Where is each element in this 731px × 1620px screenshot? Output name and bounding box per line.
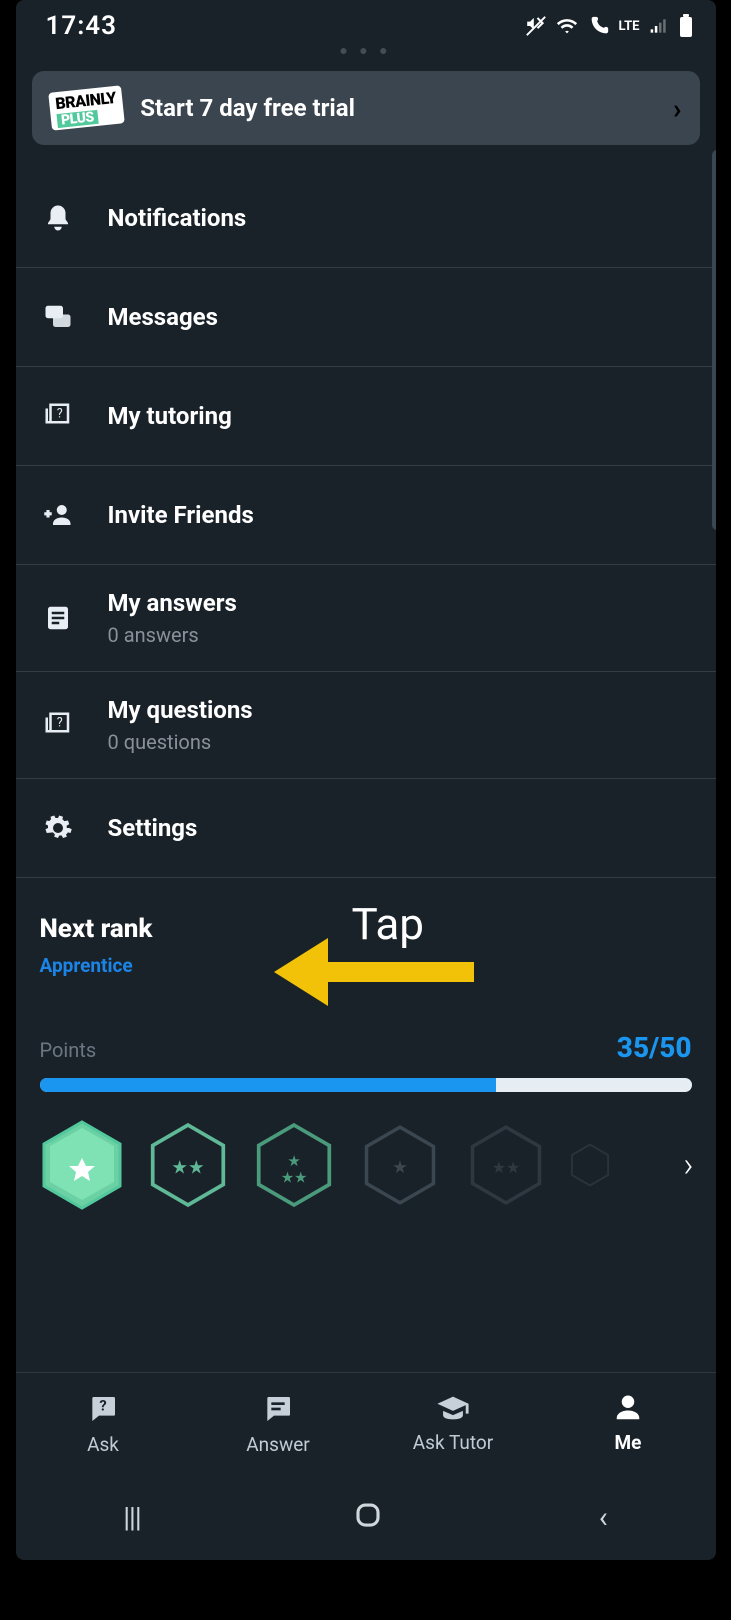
menu-item-my-answers[interactable]: My answers 0 answers bbox=[16, 565, 716, 672]
points-value: 35/50 bbox=[617, 1031, 692, 1064]
signal-icon bbox=[648, 16, 670, 36]
call-wifi-icon bbox=[587, 15, 611, 37]
tutor-icon bbox=[436, 1393, 470, 1423]
rank-name[interactable]: Apprentice bbox=[40, 954, 692, 977]
android-home-button[interactable] bbox=[353, 1500, 383, 1534]
points-row: Points 35/50 bbox=[16, 1031, 716, 1064]
menu-label: Notifications bbox=[108, 204, 247, 232]
battery-icon bbox=[678, 14, 694, 38]
badge-4[interactable]: ★ bbox=[358, 1118, 442, 1212]
mute-vibrate-icon bbox=[525, 15, 547, 37]
menu-label: Messages bbox=[108, 303, 218, 331]
svg-text:?: ? bbox=[99, 1396, 106, 1414]
status-bar: 17:43 LTE bbox=[16, 0, 716, 48]
svg-text:?: ? bbox=[56, 715, 62, 730]
bottom-nav: ? Ask Answer Ask Tutor Me bbox=[16, 1372, 716, 1474]
nav-item-ask-tutor[interactable]: Ask Tutor bbox=[366, 1393, 541, 1456]
nav-item-answer[interactable]: Answer bbox=[191, 1393, 366, 1456]
points-progress-fill bbox=[40, 1078, 496, 1092]
menu-item-tutoring[interactable]: ? My tutoring bbox=[16, 367, 716, 466]
points-label: Points bbox=[40, 1038, 97, 1062]
menu-item-messages[interactable]: Messages bbox=[16, 268, 716, 367]
network-label: LTE bbox=[619, 19, 640, 34]
menu-label: My tutoring bbox=[108, 402, 232, 430]
badge-5[interactable]: ★★ bbox=[464, 1118, 548, 1212]
scroll-indicator bbox=[712, 150, 716, 530]
svg-text:★★: ★★ bbox=[280, 1169, 307, 1187]
badge-line2: PLUS bbox=[56, 110, 98, 128]
document-icon bbox=[40, 603, 76, 633]
status-icons: LTE bbox=[525, 14, 694, 38]
badges-row[interactable]: ★★ ★★★ ★ ★★ › bbox=[16, 1110, 716, 1232]
nav-item-me[interactable]: Me bbox=[541, 1393, 716, 1456]
menu-label: Invite Friends bbox=[108, 501, 254, 529]
messages-icon bbox=[40, 302, 76, 332]
svg-text:★: ★ bbox=[287, 1152, 300, 1170]
status-time: 17:43 bbox=[46, 11, 118, 41]
wifi-icon bbox=[555, 15, 579, 37]
nav-item-ask[interactable]: ? Ask bbox=[16, 1393, 191, 1456]
grabber-handle: ● ● ● bbox=[16, 42, 716, 59]
nav-label: Ask bbox=[87, 1433, 119, 1456]
points-progress bbox=[40, 1078, 692, 1092]
nav-label: Answer bbox=[246, 1433, 310, 1456]
menu-item-notifications[interactable]: Notifications bbox=[16, 169, 716, 268]
android-back-button[interactable]: ‹ bbox=[599, 1500, 608, 1535]
menu-sublabel: 0 questions bbox=[108, 730, 253, 754]
badge-3[interactable]: ★★★ bbox=[252, 1118, 336, 1212]
svg-text:★: ★ bbox=[392, 1158, 408, 1178]
user-icon bbox=[613, 1393, 643, 1423]
gear-icon bbox=[40, 813, 76, 843]
menu-label: Settings bbox=[108, 814, 198, 842]
menu-label: My answers bbox=[108, 589, 237, 617]
android-recents-button[interactable]: | | | bbox=[123, 1501, 137, 1534]
ask-icon: ? bbox=[87, 1393, 119, 1425]
tutoring-icon: ? bbox=[40, 401, 76, 431]
menu-item-my-questions[interactable]: ? My questions 0 questions bbox=[16, 672, 716, 779]
questions-icon: ? bbox=[40, 710, 76, 740]
badge-2[interactable]: ★★ bbox=[146, 1118, 230, 1212]
android-system-nav: | | | ‹ bbox=[16, 1474, 716, 1560]
svg-text:?: ? bbox=[56, 406, 62, 421]
svg-text:★★: ★★ bbox=[171, 1156, 204, 1178]
menu-label: My questions bbox=[108, 696, 253, 724]
svg-text:★★: ★★ bbox=[491, 1158, 519, 1177]
next-rank-section: Next rank Apprentice bbox=[16, 878, 716, 989]
menu-list: Notifications Messages ? My tutoring Inv… bbox=[16, 163, 716, 878]
brainly-plus-promo[interactable]: BRAINLY PLUS Start 7 day free trial › bbox=[32, 71, 700, 145]
answer-icon bbox=[262, 1393, 294, 1425]
menu-item-invite-friends[interactable]: Invite Friends bbox=[16, 466, 716, 565]
next-rank-heading: Next rank bbox=[40, 914, 692, 944]
chevron-right-icon[interactable]: › bbox=[683, 1145, 703, 1185]
promo-text: Start 7 day free trial bbox=[140, 94, 655, 122]
badge-6-partial[interactable] bbox=[570, 1118, 610, 1212]
nav-label: Ask Tutor bbox=[413, 1431, 493, 1454]
add-user-icon bbox=[40, 500, 76, 530]
bell-icon bbox=[40, 203, 76, 233]
brainly-plus-badge: BRAINLY PLUS bbox=[48, 85, 124, 130]
menu-sublabel: 0 answers bbox=[108, 623, 237, 647]
badge-line1: BRAINLY bbox=[54, 90, 116, 112]
badge-1[interactable] bbox=[40, 1118, 124, 1212]
menu-item-settings[interactable]: Settings bbox=[16, 779, 716, 878]
nav-label: Me bbox=[615, 1431, 642, 1454]
chevron-right-icon: › bbox=[673, 92, 681, 125]
